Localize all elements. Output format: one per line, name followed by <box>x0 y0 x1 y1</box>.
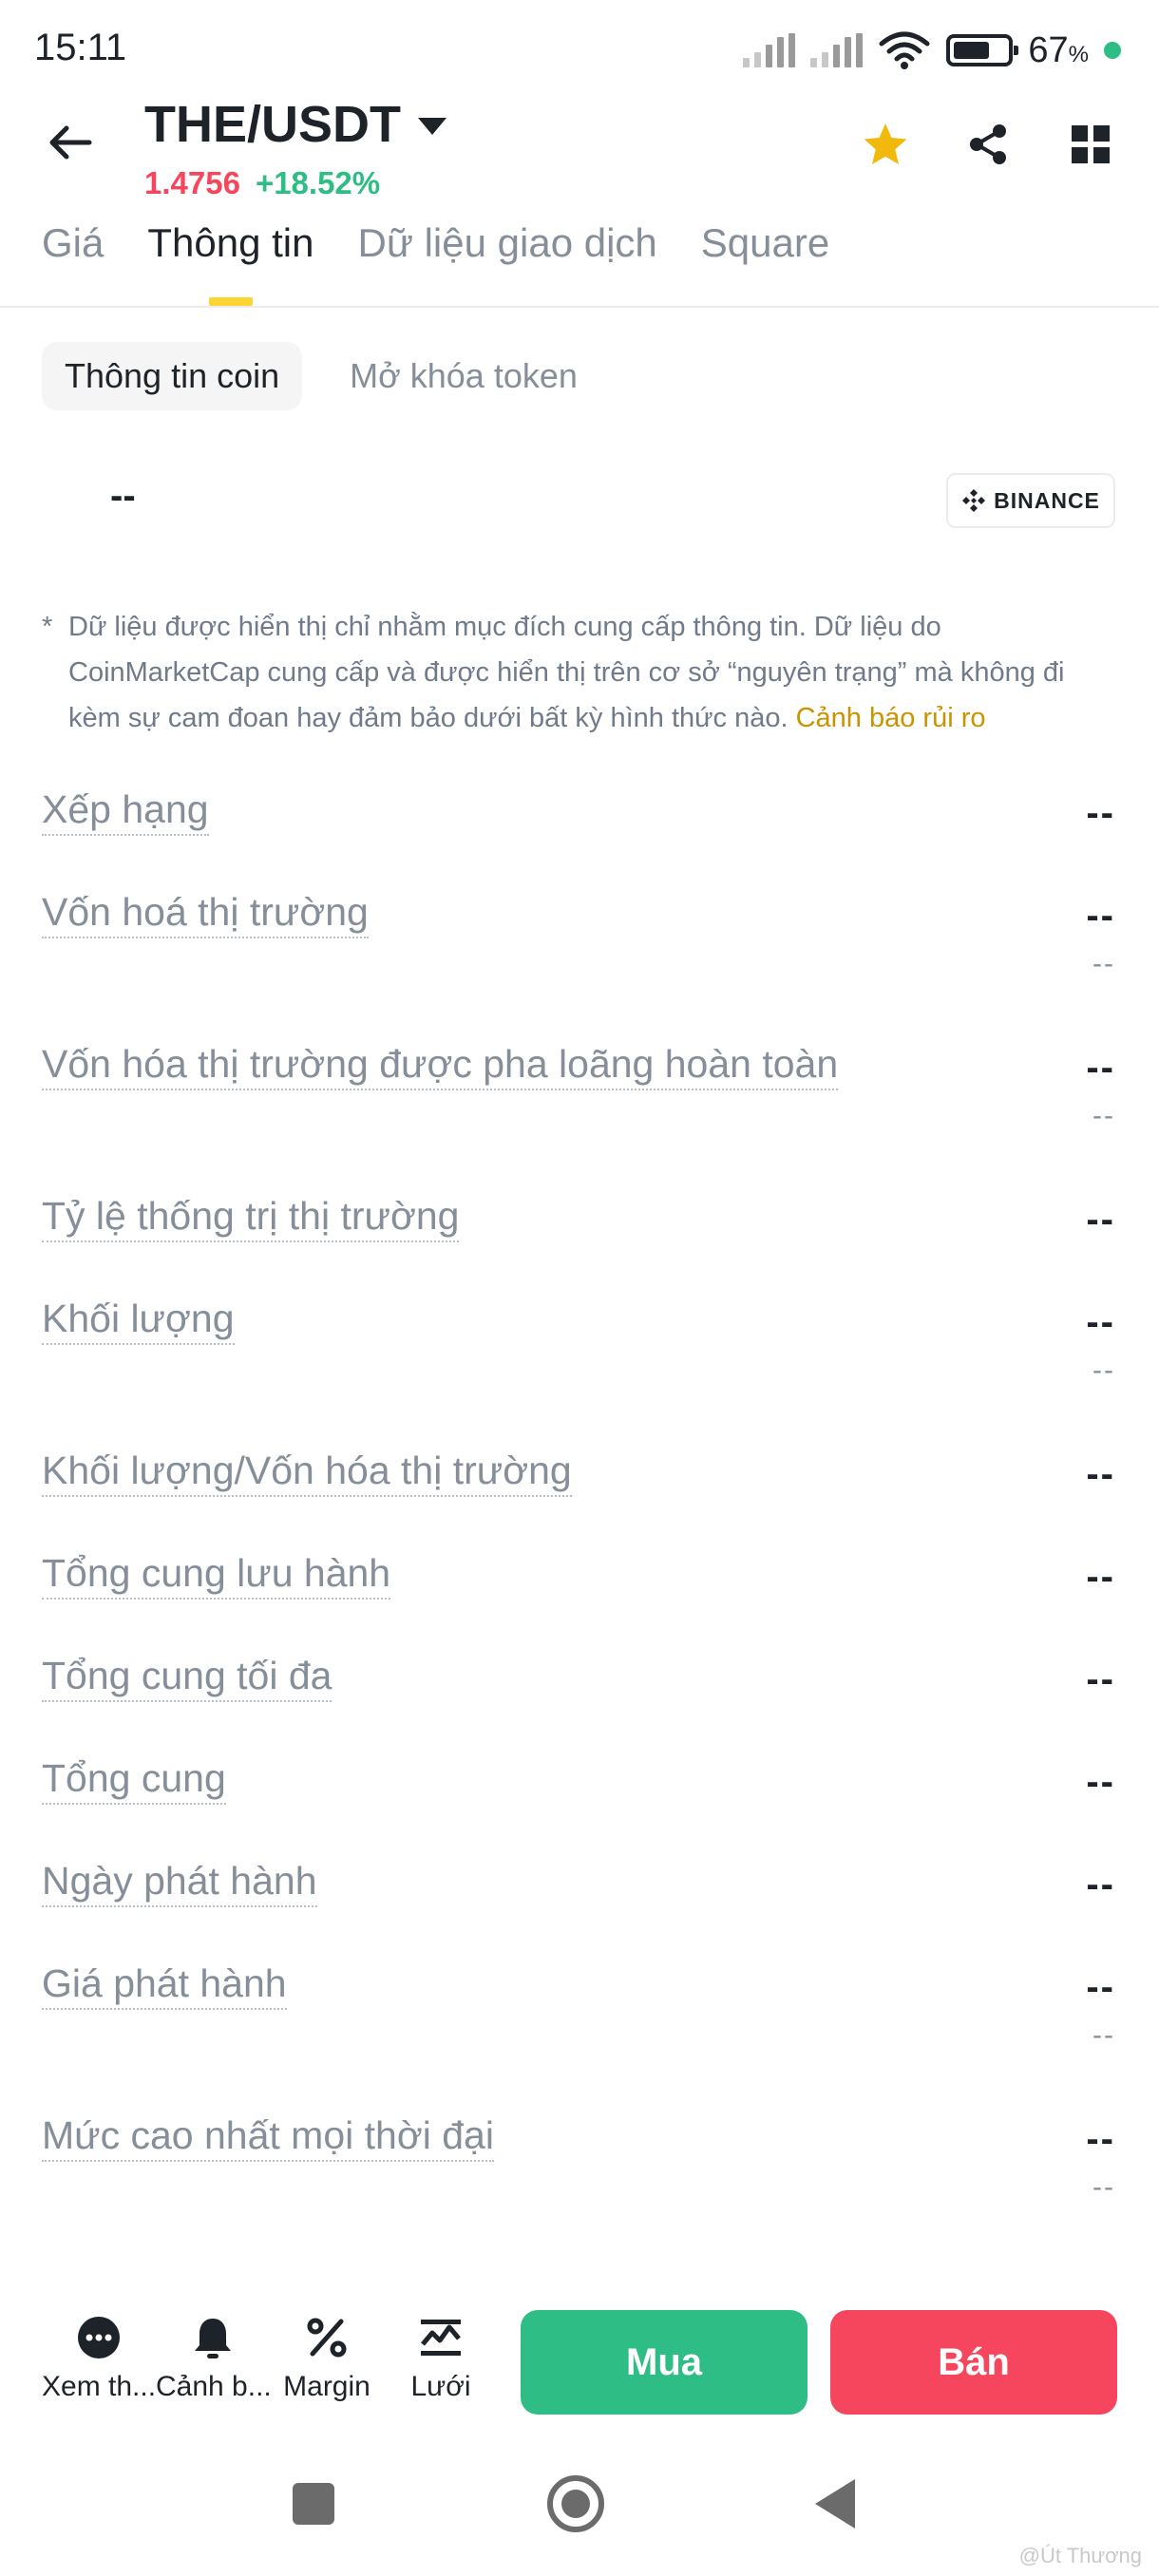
disclaimer-bullet: * <box>42 612 53 642</box>
bottom-toolbar: Xem th... Cảnh b... Margin Lưới Mua Bán <box>0 2299 1159 2441</box>
margin-button[interactable]: Margin <box>270 2314 384 2403</box>
stat-sub-value: -- <box>1092 1354 1115 1386</box>
grid-trading-button[interactable]: Lưới <box>384 2314 498 2403</box>
stat-value: -- <box>1086 1658 1115 1700</box>
header-actions <box>859 118 1117 171</box>
pair-selector[interactable]: THE/USDT <box>144 95 446 154</box>
stat-label[interactable]: Tổng cung tối đa <box>42 1651 332 1702</box>
share-icon <box>970 124 1006 164</box>
stat-value: -- <box>1086 1556 1115 1598</box>
margin-label: Margin <box>283 2371 370 2402</box>
stat-value: -- <box>1086 1199 1115 1241</box>
sell-button[interactable]: Bán <box>830 2310 1117 2415</box>
share-button[interactable] <box>961 118 1015 171</box>
layout-button[interactable] <box>1064 118 1117 171</box>
status-time: 15:11 <box>34 27 127 68</box>
main-tabs: Giá Thông tin Dữ liệu giao dịch Square <box>42 220 829 306</box>
disclaimer-text: Dữ liệu được hiển thị chỉ nhằm mục đích … <box>68 612 1065 733</box>
stat-value: -- <box>1086 1301 1115 1343</box>
stat-value: -- <box>1086 1761 1115 1803</box>
stat-value: -- <box>1086 1966 1115 2008</box>
system-nav-bar <box>0 2470 1159 2546</box>
stat-value: -- <box>1086 1047 1115 1089</box>
pair-name: THE/USDT <box>144 96 401 153</box>
home-icon[interactable] <box>547 2475 604 2532</box>
back-arrow-icon <box>49 125 92 160</box>
stat-label[interactable]: Tỷ lệ thống trị thị trường <box>42 1191 460 1242</box>
stat-sub-value: -- <box>1092 1100 1115 1131</box>
price-change: +18.52% <box>255 165 381 200</box>
signal-icon-2 <box>810 33 864 67</box>
tab-price[interactable]: Giá <box>42 220 104 306</box>
stat-label[interactable]: Xếp hạng <box>42 785 209 836</box>
stat-value: -- <box>1086 1864 1115 1905</box>
stat-label[interactable]: Ngày phát hành <box>42 1856 317 1907</box>
favorite-button[interactable] <box>859 118 912 171</box>
stat-value: -- <box>1086 2118 1115 2160</box>
more-button[interactable]: Xem th... <box>42 2314 156 2403</box>
system-back-icon[interactable] <box>815 2479 855 2529</box>
stat-label[interactable]: Khối lượng <box>42 1294 235 1345</box>
percent-icon <box>303 2314 351 2361</box>
status-icons: 67% <box>743 27 1121 74</box>
last-price: 1.4756 <box>144 165 240 200</box>
signal-icon <box>743 33 796 67</box>
stat-label[interactable]: Tổng cung lưu hành <box>42 1548 391 1600</box>
binance-logo: BINANCE <box>946 473 1115 528</box>
stat-label[interactable]: Tổng cung <box>42 1753 226 1805</box>
stat-value: -- <box>1086 1453 1115 1495</box>
subtab-coin-info[interactable]: Thông tin coin <box>42 342 303 410</box>
star-icon <box>864 123 907 164</box>
alert-button[interactable]: Cảnh b... <box>156 2314 270 2403</box>
stat-label[interactable]: Mức cao nhất mọi thời đại <box>42 2111 494 2162</box>
stat-label[interactable]: Vốn hoá thị trường <box>42 887 369 938</box>
tab-trading-data[interactable]: Dữ liệu giao dịch <box>357 220 656 306</box>
coin-name: -- <box>110 475 136 517</box>
buy-button[interactable]: Mua <box>521 2310 808 2415</box>
tab-info[interactable]: Thông tin <box>147 220 314 306</box>
subtab-token-unlock[interactable]: Mở khóa token <box>350 342 578 410</box>
stat-sub-value: -- <box>1092 2019 1115 2051</box>
stat-label[interactable]: Khối lượng/Vốn hóa thị trường <box>42 1446 572 1497</box>
tab-square[interactable]: Square <box>701 220 829 306</box>
price-line: 1.4756 +18.52% <box>144 165 380 201</box>
binance-logo-text: BINANCE <box>994 487 1100 513</box>
battery-icon <box>946 34 1019 66</box>
stat-label[interactable]: Vốn hóa thị trường được pha loãng hoàn t… <box>42 1039 839 1090</box>
sub-tabs: Thông tin coin Mở khóa token <box>42 342 578 410</box>
grid-icon <box>1072 125 1110 163</box>
more-label: Xem th... <box>42 2371 156 2402</box>
recent-apps-icon[interactable] <box>293 2483 334 2525</box>
disclaimer: * Dữ liệu được hiển thị chỉ nhằm mục đíc… <box>42 604 1115 741</box>
binance-diamond-icon <box>962 489 986 512</box>
risk-warning-link[interactable]: Cảnh báo rủi ro <box>796 703 986 733</box>
tabs-divider <box>0 306 1159 308</box>
stat-sub-value: -- <box>1092 2171 1115 2203</box>
stat-value: -- <box>1086 792 1115 834</box>
alert-label: Cảnh b... <box>156 2371 270 2402</box>
privacy-indicator-dot <box>1104 42 1121 59</box>
bell-icon <box>189 2314 237 2361</box>
more-dots-icon <box>75 2314 123 2361</box>
watermark: @Út Thương <box>1018 2544 1142 2567</box>
wifi-icon <box>878 30 931 70</box>
grid-trading-label: Lưới <box>410 2371 471 2402</box>
grid-trading-icon <box>417 2314 465 2361</box>
stat-label[interactable]: Giá phát hành <box>42 1959 287 2010</box>
battery-percent: 67% <box>1028 29 1089 70</box>
back-button[interactable] <box>44 114 97 171</box>
stat-value: -- <box>1086 895 1115 937</box>
caret-down-icon <box>418 118 446 135</box>
stat-sub-value: -- <box>1092 948 1115 979</box>
status-bar: 15:11 67% <box>0 0 1159 95</box>
